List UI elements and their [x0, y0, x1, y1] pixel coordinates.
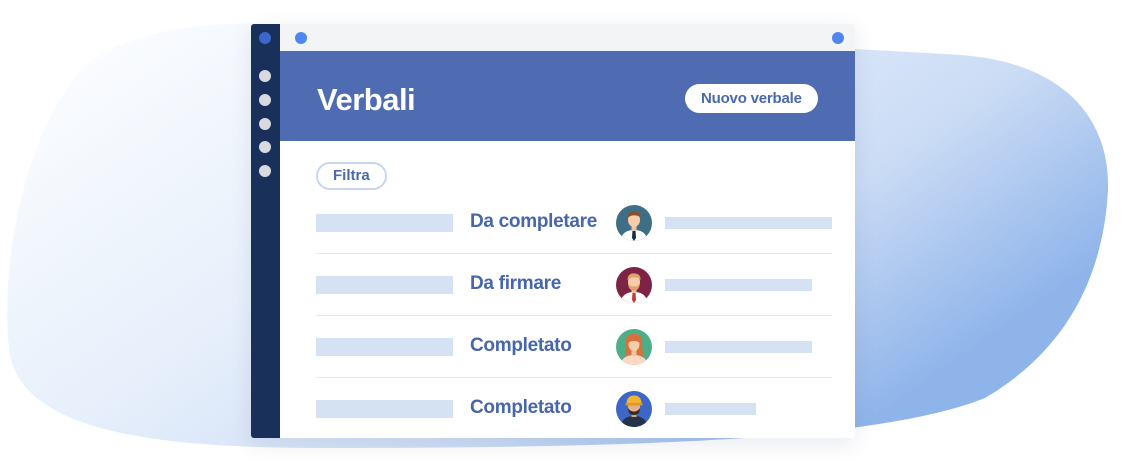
page-header: Verbali Nuovo verbale	[280, 51, 855, 141]
man-with-tie-avatar	[616, 205, 652, 241]
sidebar-item-3[interactable]	[259, 118, 271, 130]
row-placeholder-left	[316, 338, 453, 356]
row-status: Completato	[470, 335, 572, 356]
titlebar-dot-right	[832, 32, 844, 44]
sidebar-rail	[251, 24, 280, 438]
row-placeholder-right	[665, 279, 812, 291]
woman-avatar	[616, 329, 652, 365]
row-placeholder-right	[665, 341, 812, 353]
row-status: Da firmare	[470, 273, 561, 294]
row-placeholder-left	[316, 276, 453, 294]
titlebar-dot-left	[295, 32, 307, 44]
row-placeholder-left	[316, 214, 453, 232]
row-placeholder-left	[316, 400, 453, 418]
window-titlebar	[280, 24, 855, 51]
list-item[interactable]: Completato	[316, 378, 832, 438]
row-placeholder-right	[665, 403, 756, 415]
page-title: Verbali	[317, 82, 416, 117]
sidebar-item-2[interactable]	[259, 94, 271, 106]
app-logo-dot	[259, 32, 271, 44]
list-item[interactable]: Da firmare	[316, 254, 832, 316]
bearded-man-avatar	[616, 267, 652, 303]
app-window: Verbali Nuovo verbale Filtra Da completa…	[251, 24, 855, 438]
list-item[interactable]: Da completare	[316, 192, 832, 254]
sidebar-item-1[interactable]	[259, 70, 271, 82]
new-verbale-button[interactable]: Nuovo verbale	[685, 84, 818, 113]
filter-button[interactable]: Filtra	[316, 162, 387, 190]
list-item[interactable]: Completato	[316, 316, 832, 378]
sidebar-item-4[interactable]	[259, 141, 271, 153]
worker-with-helmet-avatar	[616, 391, 652, 427]
sidebar-item-5[interactable]	[259, 165, 271, 177]
row-placeholder-right	[665, 217, 832, 229]
row-status: Da completare	[470, 211, 598, 232]
row-status: Completato	[470, 397, 572, 418]
